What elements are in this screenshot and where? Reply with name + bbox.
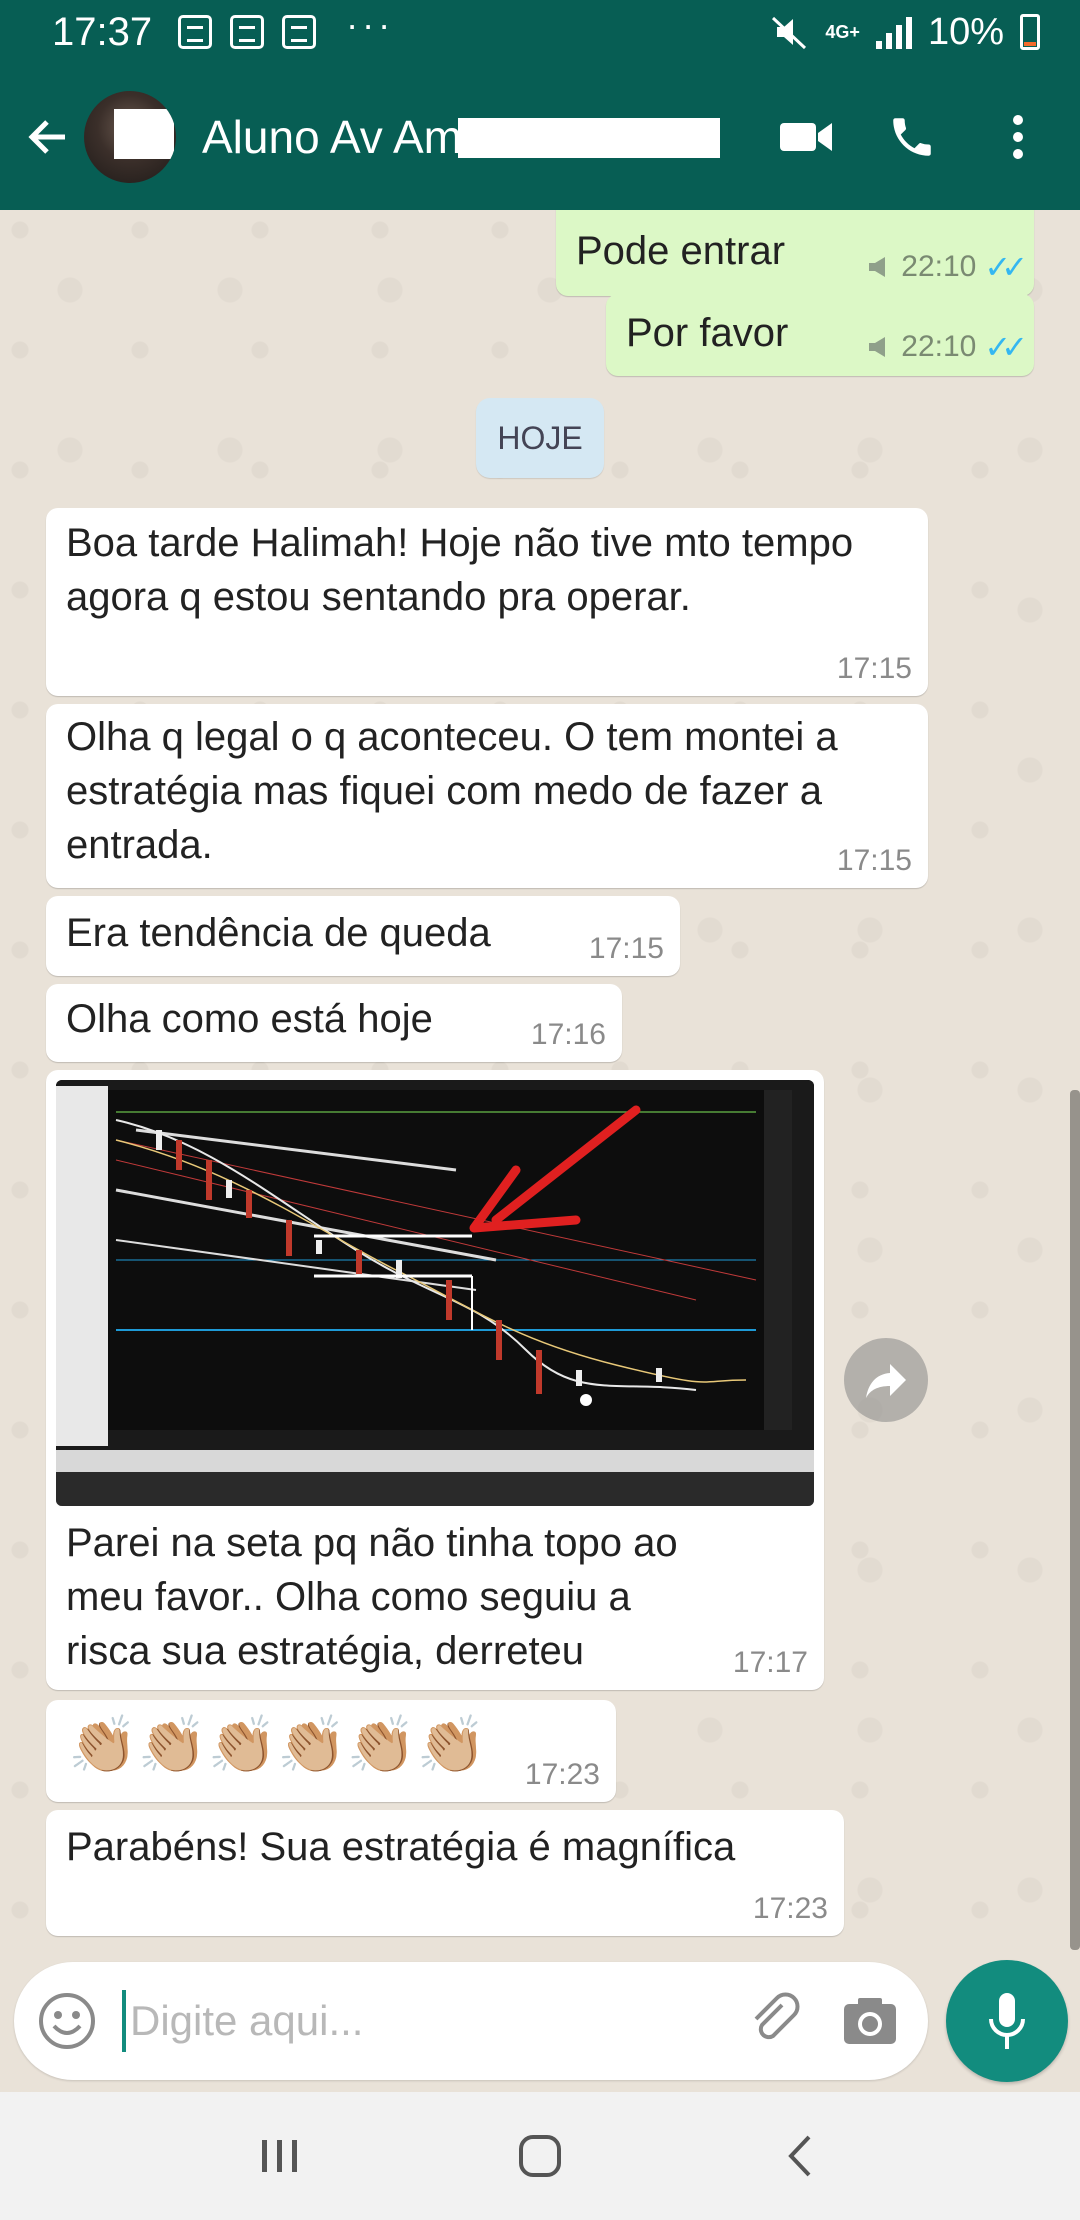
- more-options-button[interactable]: [990, 109, 1046, 165]
- message-time: 17:15: [836, 844, 912, 877]
- message-meta: 17:17: [733, 1646, 808, 1680]
- read-ticks-icon: ✓✓: [984, 329, 1028, 365]
- voicemail-notification-icon: [282, 15, 317, 49]
- home-button[interactable]: [500, 2116, 580, 2196]
- message-meta: 22:10 ✓✓: [867, 248, 1028, 286]
- scrollbar[interactable]: [1070, 1090, 1080, 1950]
- message-meta: 17:23: [525, 1758, 600, 1792]
- home-icon: [519, 2135, 561, 2177]
- speaker-icon: [869, 337, 886, 357]
- message-meta: 17:15: [837, 844, 912, 878]
- message-time: 17:15: [588, 932, 664, 965]
- emoji-text: 👏🏼👏🏼👏🏼👏🏼👏🏼👏🏼: [68, 1713, 487, 1776]
- date-divider: HOJE: [476, 398, 604, 478]
- back-arrow-icon: [28, 120, 65, 154]
- message-incoming[interactable]: Parabéns! Sua estratégia é magnífica 17:…: [46, 1810, 844, 1936]
- message-text: Parabéns! Sua estratégia é magnífica: [66, 1825, 736, 1869]
- forward-icon: [866, 1364, 906, 1398]
- status-right: 4G+ 10%: [769, 11, 1040, 54]
- message-input[interactable]: [122, 1990, 744, 2052]
- battery-percent: 10%: [927, 10, 1004, 53]
- message-meta: 17:15: [837, 652, 912, 686]
- message-incoming-image[interactable]: Parei na seta pq não tinha topo ao meu f…: [46, 1070, 824, 1690]
- forward-button[interactable]: [844, 1338, 928, 1422]
- message-time: 17:17: [732, 1646, 808, 1679]
- message-time: 17:23: [752, 1892, 828, 1925]
- network-type-label: 4G+: [825, 22, 860, 42]
- status-bar: 17:37 ··· 4G+ 10%: [0, 0, 1080, 64]
- video-call-icon: [780, 123, 832, 151]
- message-text: Era tendência de queda: [66, 911, 491, 955]
- voice-call-button[interactable]: [884, 109, 940, 165]
- message-meta: 17:23: [753, 1892, 828, 1926]
- message-meta: 17:16: [531, 1018, 606, 1052]
- chart-photo[interactable]: [56, 1080, 814, 1506]
- chevron-left-icon: [788, 2135, 811, 2177]
- message-text: Olha como está hoje: [66, 997, 433, 1041]
- phone-icon: [893, 118, 931, 156]
- message-text: Boa tarde Halimah! Hoje não tive mto tem…: [66, 521, 854, 619]
- name-redaction: [458, 118, 720, 158]
- video-call-button[interactable]: [778, 109, 834, 165]
- message-time: 17:16: [530, 1018, 606, 1051]
- voice-message-button[interactable]: [946, 1960, 1068, 2082]
- chat-header: Aluno Av Am: [0, 64, 1080, 210]
- recent-apps-icon: [262, 2140, 297, 2172]
- signal-icon: [875, 15, 912, 49]
- message-text: Parei na seta pq não tinha topo ao meu f…: [66, 1521, 678, 1673]
- message-meta: 17:15: [589, 932, 664, 966]
- message-text: Por favor: [626, 311, 789, 355]
- contact-name[interactable]: Aluno Av Am: [202, 110, 462, 164]
- chat-area[interactable]: Pode entrar 22:10 ✓✓ Por favor 22:10 ✓✓ …: [0, 210, 1080, 1960]
- message-outgoing[interactable]: Por favor 22:10 ✓✓: [606, 294, 1034, 376]
- sim-notification-icon: [230, 15, 265, 49]
- attach-icon[interactable]: [744, 1991, 804, 2051]
- message-time: 22:10: [901, 330, 977, 363]
- avatar-redaction: [114, 109, 174, 159]
- message-incoming[interactable]: Boa tarde Halimah! Hoje não tive mto tem…: [46, 508, 928, 696]
- speaker-icon: [869, 257, 886, 277]
- message-incoming[interactable]: Olha q legal o q aconteceu. O tem montei…: [46, 704, 928, 888]
- message-incoming[interactable]: 👏🏼👏🏼👏🏼👏🏼👏🏼👏🏼 17:23: [46, 1700, 616, 1802]
- emoji-icon[interactable]: [36, 1990, 98, 2052]
- mute-icon: [772, 16, 807, 50]
- system-nav-bar: [0, 2092, 1080, 2220]
- gallery-notification-icon: [178, 15, 213, 49]
- camera-icon[interactable]: [840, 1994, 900, 2048]
- microphone-icon: [989, 1993, 1025, 2049]
- message-meta: 22:10 ✓✓: [867, 328, 1028, 366]
- notification-icons: ···: [178, 4, 394, 49]
- back-button[interactable]: [14, 97, 82, 177]
- message-composer: [14, 1962, 928, 2080]
- message-text: Pode entrar: [576, 229, 786, 273]
- status-time: 17:37: [52, 9, 153, 54]
- message-time: 17:15: [836, 652, 912, 685]
- message-text: Olha q legal o q aconteceu. O tem montei…: [66, 715, 838, 867]
- read-ticks-icon: ✓✓: [984, 249, 1028, 285]
- message-time: 17:23: [524, 1758, 600, 1791]
- message-incoming[interactable]: Olha como está hoje 17:16: [46, 984, 622, 1062]
- message-time: 22:10: [901, 250, 977, 283]
- avatar[interactable]: [84, 91, 176, 183]
- more-vert-icon: [1013, 115, 1023, 159]
- back-nav-button[interactable]: [760, 2116, 840, 2196]
- message-outgoing[interactable]: Pode entrar 22:10 ✓✓: [556, 210, 1034, 296]
- more-notifications-icon: ···: [346, 4, 395, 45]
- trading-chart-photo: [56, 1080, 814, 1506]
- header-actions: [778, 109, 1046, 165]
- battery-icon: [1020, 14, 1040, 50]
- message-incoming[interactable]: Era tendência de queda 17:15: [46, 896, 680, 976]
- recent-apps-button[interactable]: [240, 2116, 320, 2196]
